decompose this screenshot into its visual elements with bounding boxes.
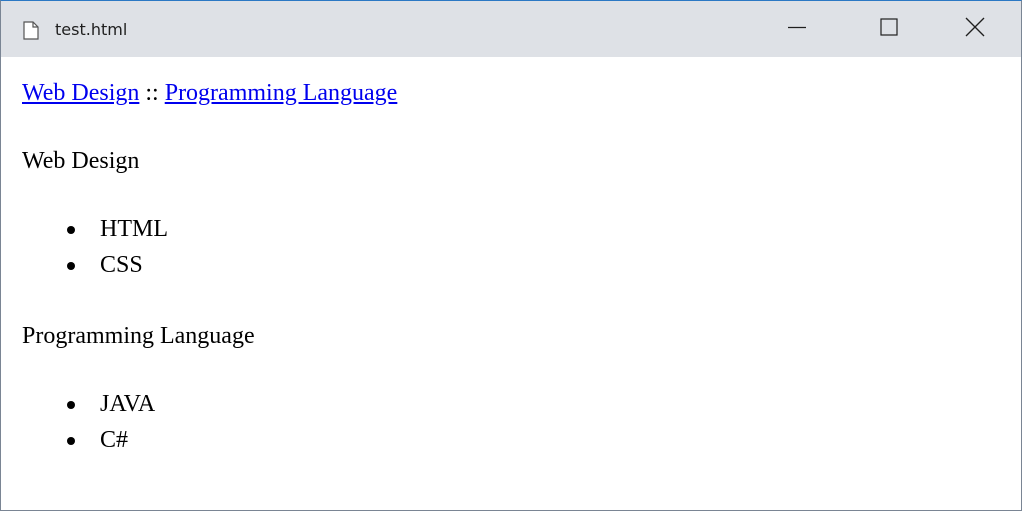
document-icon (23, 21, 39, 40)
minimize-button[interactable] (751, 1, 843, 57)
maximize-button[interactable] (843, 1, 935, 57)
list-programming-language: JAVA C# (22, 386, 155, 458)
section-heading-web-design: Web Design (22, 148, 140, 174)
bullet-icon (67, 437, 75, 445)
nav-separator: :: (145, 80, 159, 106)
list-item-label: C# (100, 427, 129, 453)
browser-window: test.html Web Design:: Programming Lang… (0, 0, 1022, 511)
window-title: test.html (55, 20, 128, 39)
list-item: HTML (22, 211, 168, 247)
list-item-label: CSS (100, 252, 143, 278)
list-item: CSS (22, 247, 168, 283)
minimize-icon (788, 18, 806, 41)
list-web-design: HTML CSS (22, 211, 168, 283)
bullet-icon (67, 262, 75, 270)
close-button[interactable] (929, 1, 1021, 57)
list-item: C# (22, 422, 155, 458)
list-item-label: JAVA (100, 391, 156, 417)
section-heading-programming-language: Programming Language (22, 323, 255, 349)
title-bar[interactable]: test.html (1, 1, 1021, 57)
close-icon (965, 17, 985, 42)
nav-link-web-design[interactable]: Web Design (22, 80, 139, 106)
maximize-icon (880, 17, 898, 41)
breadcrumb: Web Design :: Programming Language (22, 75, 397, 111)
list-item: JAVA (22, 386, 155, 422)
nav-link-programming-language[interactable]: Programming Language (165, 80, 398, 106)
bullet-icon (67, 226, 75, 234)
bullet-icon (67, 401, 75, 409)
list-item-label: HTML (100, 216, 168, 242)
